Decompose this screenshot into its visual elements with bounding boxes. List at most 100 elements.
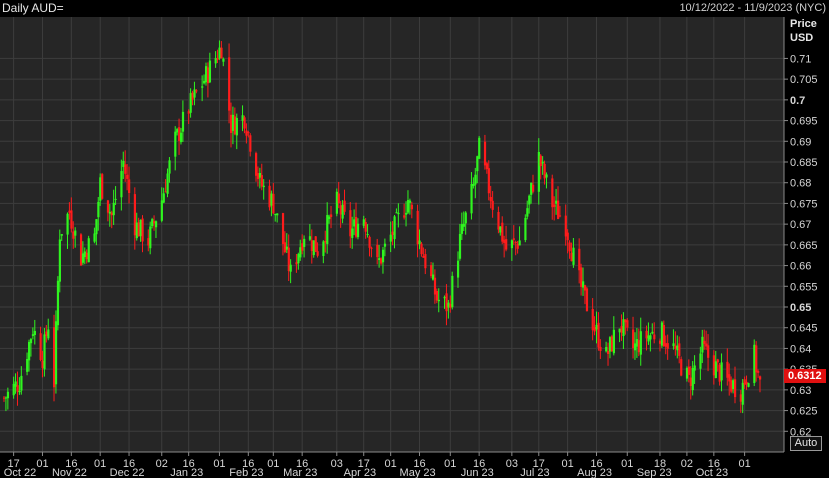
candle-body: [451, 275, 454, 308]
candle-body: [408, 200, 412, 203]
candle-body: [233, 116, 237, 135]
candle-body: [206, 67, 210, 84]
candle-body: [743, 379, 746, 385]
candle-body: [406, 199, 410, 213]
candle-body: [472, 183, 475, 187]
candle-body: [660, 322, 664, 346]
candle-body: [335, 191, 338, 214]
candle-body: [620, 326, 623, 333]
month-label: May 23: [400, 467, 436, 478]
candle-body: [726, 361, 729, 378]
candle-body: [139, 219, 142, 237]
candle-body: [324, 240, 327, 243]
candle-body: [595, 324, 598, 330]
candle-body: [537, 151, 540, 192]
candle-body: [135, 222, 138, 239]
candle-body: [759, 376, 762, 380]
candle-body: [83, 251, 86, 258]
price-tick-label: 0.685: [790, 157, 818, 169]
candle-body: [326, 215, 329, 245]
candle-body: [203, 80, 206, 84]
candle-body: [610, 336, 614, 352]
candle-body: [449, 303, 452, 308]
candle-body: [580, 267, 583, 287]
price-axis-label: Price: [790, 18, 817, 30]
candle-body: [295, 262, 298, 265]
candle-body: [181, 111, 185, 132]
candle-body: [241, 115, 244, 121]
candle-body: [497, 211, 500, 230]
candle-body: [26, 358, 29, 372]
price-tick-label: 0.65: [790, 302, 811, 314]
candle-body: [368, 236, 371, 248]
candle-body: [635, 339, 639, 347]
candle-body: [272, 193, 275, 214]
candle-body: [433, 277, 437, 295]
candle-body: [691, 367, 694, 391]
candle-body: [514, 242, 517, 244]
price-tick-label: 0.71: [790, 53, 811, 65]
candle-body: [208, 60, 212, 83]
candle-body: [437, 299, 440, 302]
candle-body: [739, 394, 742, 402]
candle-body: [193, 89, 196, 98]
price-axis-title: Price USD: [790, 17, 817, 45]
candle-body: [285, 246, 288, 250]
candle-body: [260, 175, 263, 187]
candle-body: [45, 331, 48, 337]
candle-body: [676, 345, 679, 351]
candle-body: [583, 285, 587, 291]
candle-body: [566, 232, 569, 241]
candle-body: [124, 164, 127, 174]
candle-body: [558, 215, 562, 217]
candle-body: [297, 254, 300, 264]
day-tick-label: 03: [506, 458, 518, 470]
candle-body: [391, 231, 394, 235]
candle-body: [474, 174, 477, 185]
candle-body: [381, 249, 385, 263]
candle-body: [191, 92, 194, 100]
candle-body: [555, 200, 558, 204]
month-label: Feb 23: [229, 467, 263, 478]
candle-body: [639, 331, 642, 355]
candle-body: [303, 238, 306, 247]
price-tick-label: 0.69: [790, 136, 811, 148]
candle-body: [476, 156, 479, 172]
candle-body: [33, 330, 36, 336]
chart-header: Daily AUD= 10/12/2022 - 11/9/2023 (NYC): [0, 0, 829, 17]
candle-body: [528, 195, 531, 205]
candle-body: [289, 264, 292, 272]
candle-body: [618, 328, 621, 333]
candle-body: [733, 379, 737, 398]
candle-body: [166, 173, 169, 194]
candle-body: [685, 367, 689, 379]
price-tick-label: 0.675: [790, 198, 818, 210]
candle-body: [712, 355, 716, 376]
candle-body: [243, 117, 246, 129]
day-tick-label: 01: [385, 458, 397, 470]
candle-body: [299, 247, 302, 258]
candle-body: [510, 240, 514, 249]
candle-body: [337, 193, 340, 204]
candle-body: [66, 213, 69, 235]
auto-scale-button[interactable]: Auto: [790, 436, 822, 451]
candle-body: [389, 234, 392, 242]
chart-title: Daily AUD=: [2, 1, 64, 15]
candle-body: [370, 247, 373, 249]
candle-body: [114, 198, 117, 200]
candle-body: [79, 234, 83, 266]
price-tick-label: 0.67: [790, 219, 811, 231]
candle-body: [701, 336, 704, 353]
candle-body: [16, 385, 19, 392]
candle-body: [93, 233, 96, 242]
candle-body: [431, 274, 435, 280]
candle-body: [647, 335, 650, 342]
candlestick-chart[interactable]: 0.620.6250.630.6350.640.6450.650.6550.66…: [0, 17, 829, 478]
candle-body: [72, 231, 75, 239]
candle-body: [541, 161, 544, 164]
candle-body: [405, 212, 408, 215]
candle-body: [316, 251, 319, 256]
candle-body: [585, 288, 589, 312]
candle-body: [126, 174, 129, 179]
day-tick-label: 01: [738, 458, 750, 470]
